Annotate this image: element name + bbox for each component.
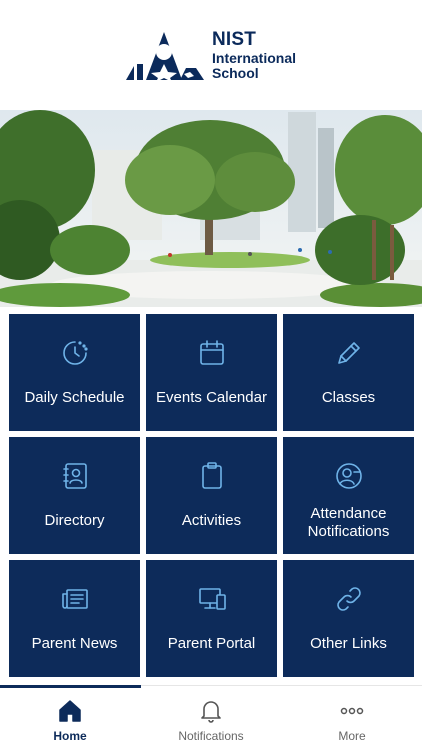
- clock-icon: [62, 341, 88, 365]
- clipboard-icon: [201, 462, 222, 489]
- tile-label: Other Links: [310, 635, 387, 652]
- devices-icon: [198, 588, 226, 610]
- pencil-icon: [337, 342, 360, 364]
- logo-line-3: School: [212, 65, 259, 81]
- tile-label: Classes: [321, 389, 376, 406]
- nav-label: Home: [53, 729, 87, 743]
- calendar-icon: [199, 340, 224, 365]
- tile-label: Parent News: [31, 635, 118, 652]
- tile-classes[interactable]: Classes: [283, 314, 414, 431]
- nav-more[interactable]: More: [282, 686, 422, 751]
- tile-attendance-notifications[interactable]: Attendance Notifications: [283, 437, 414, 554]
- bottom-nav: Home Notifications More: [0, 685, 422, 751]
- contact-book-icon: [62, 463, 87, 489]
- newspaper-icon: [61, 589, 88, 609]
- user-minus-icon: [335, 463, 362, 489]
- tile-label: Daily Schedule: [24, 389, 125, 406]
- bell-icon: [201, 701, 221, 723]
- tile-label: Attendance Notifications: [307, 505, 390, 540]
- logo-line-2: International: [212, 50, 297, 66]
- more-dots-icon: [340, 707, 364, 715]
- nav-home[interactable]: Home: [0, 686, 140, 751]
- tile-label: Parent Portal: [167, 635, 256, 652]
- nav-label: Notifications: [178, 729, 244, 743]
- tile-daily-schedule[interactable]: Daily Schedule: [9, 314, 140, 431]
- tile-other-links[interactable]: Other Links: [283, 560, 414, 677]
- link-icon: [336, 587, 361, 611]
- tile-directory[interactable]: Directory: [9, 437, 140, 554]
- tile-parent-news[interactable]: Parent News: [9, 560, 140, 677]
- campus-photo: [0, 110, 422, 307]
- logo-line-1: NIST: [212, 29, 257, 50]
- tile-activities[interactable]: Activities: [146, 437, 277, 554]
- nist-logo-mark-icon: [126, 32, 204, 82]
- tile-parent-portal[interactable]: Parent Portal: [146, 560, 277, 677]
- tile-label: Activities: [181, 512, 242, 529]
- app-header: NIST International School: [0, 0, 422, 110]
- nav-notifications[interactable]: Notifications: [141, 686, 281, 751]
- tile-label: Directory: [44, 512, 105, 529]
- home-icon: [59, 700, 81, 722]
- tile-label: Events Calendar: [156, 389, 267, 406]
- campus-hero-image: [0, 110, 422, 307]
- school-logo: NIST International School: [124, 28, 296, 82]
- tile-events-calendar[interactable]: Events Calendar: [146, 314, 277, 431]
- nav-label: More: [338, 729, 366, 743]
